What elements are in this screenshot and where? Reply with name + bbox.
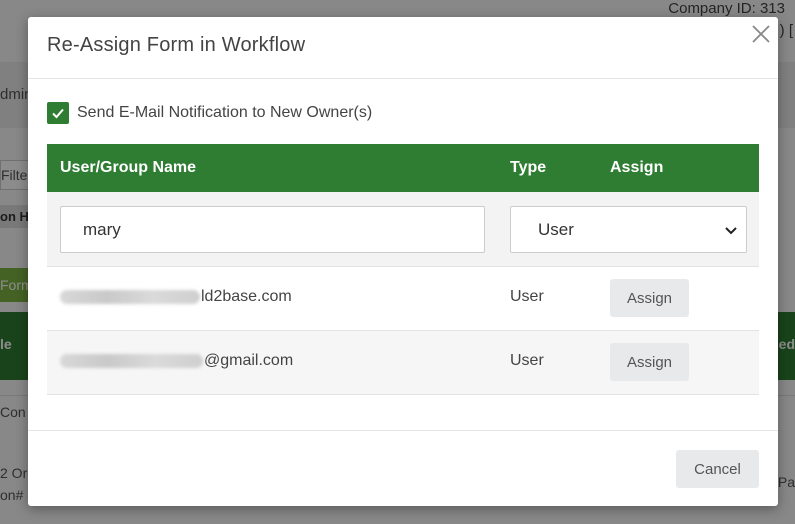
user-email: @gmail.com	[60, 352, 293, 370]
table-header: User/Group Name Type Assign	[47, 144, 759, 192]
cancel-button[interactable]: Cancel	[676, 450, 759, 488]
modal-header: Re-Assign Form in Workflow	[28, 17, 778, 79]
notify-option: Send E-Mail Notification to New Owner(s)	[47, 102, 372, 124]
column-header-name: User/Group Name	[60, 159, 197, 176]
redacted-text	[60, 354, 203, 368]
table-row: @gmail.com User Assign	[47, 331, 759, 395]
user-type: User	[510, 288, 544, 305]
table-row: ld2base.com User Assign	[47, 267, 759, 331]
email-visible-part: ld2base.com	[201, 288, 292, 305]
redacted-text	[60, 290, 200, 304]
column-header-assign: Assign	[610, 159, 664, 176]
reassign-modal: Re-Assign Form in Workflow Send E-Mail N…	[28, 17, 778, 506]
modal-footer: Cancel	[28, 430, 778, 506]
type-select-value: User	[538, 219, 574, 239]
modal-title: Re-Assign Form in Workflow	[47, 34, 306, 56]
chevron-down-icon	[725, 227, 737, 235]
notify-checkbox[interactable]	[47, 102, 69, 124]
type-select[interactable]: User	[510, 206, 747, 253]
assign-button[interactable]: Assign	[610, 279, 689, 317]
users-table: User/Group Name Type Assign User ld2base…	[47, 144, 759, 395]
email-visible-part: @gmail.com	[204, 352, 294, 369]
user-group-search-input[interactable]	[60, 206, 485, 253]
column-header-type: Type	[510, 159, 547, 176]
assign-button[interactable]: Assign	[610, 343, 689, 381]
checkmark-icon	[52, 108, 64, 119]
user-email: ld2base.com	[60, 288, 292, 306]
close-icon[interactable]	[750, 23, 772, 45]
user-type: User	[510, 352, 544, 369]
filter-row: User	[47, 192, 759, 267]
notify-label: Send E-Mail Notification to New Owner(s)	[77, 104, 373, 121]
